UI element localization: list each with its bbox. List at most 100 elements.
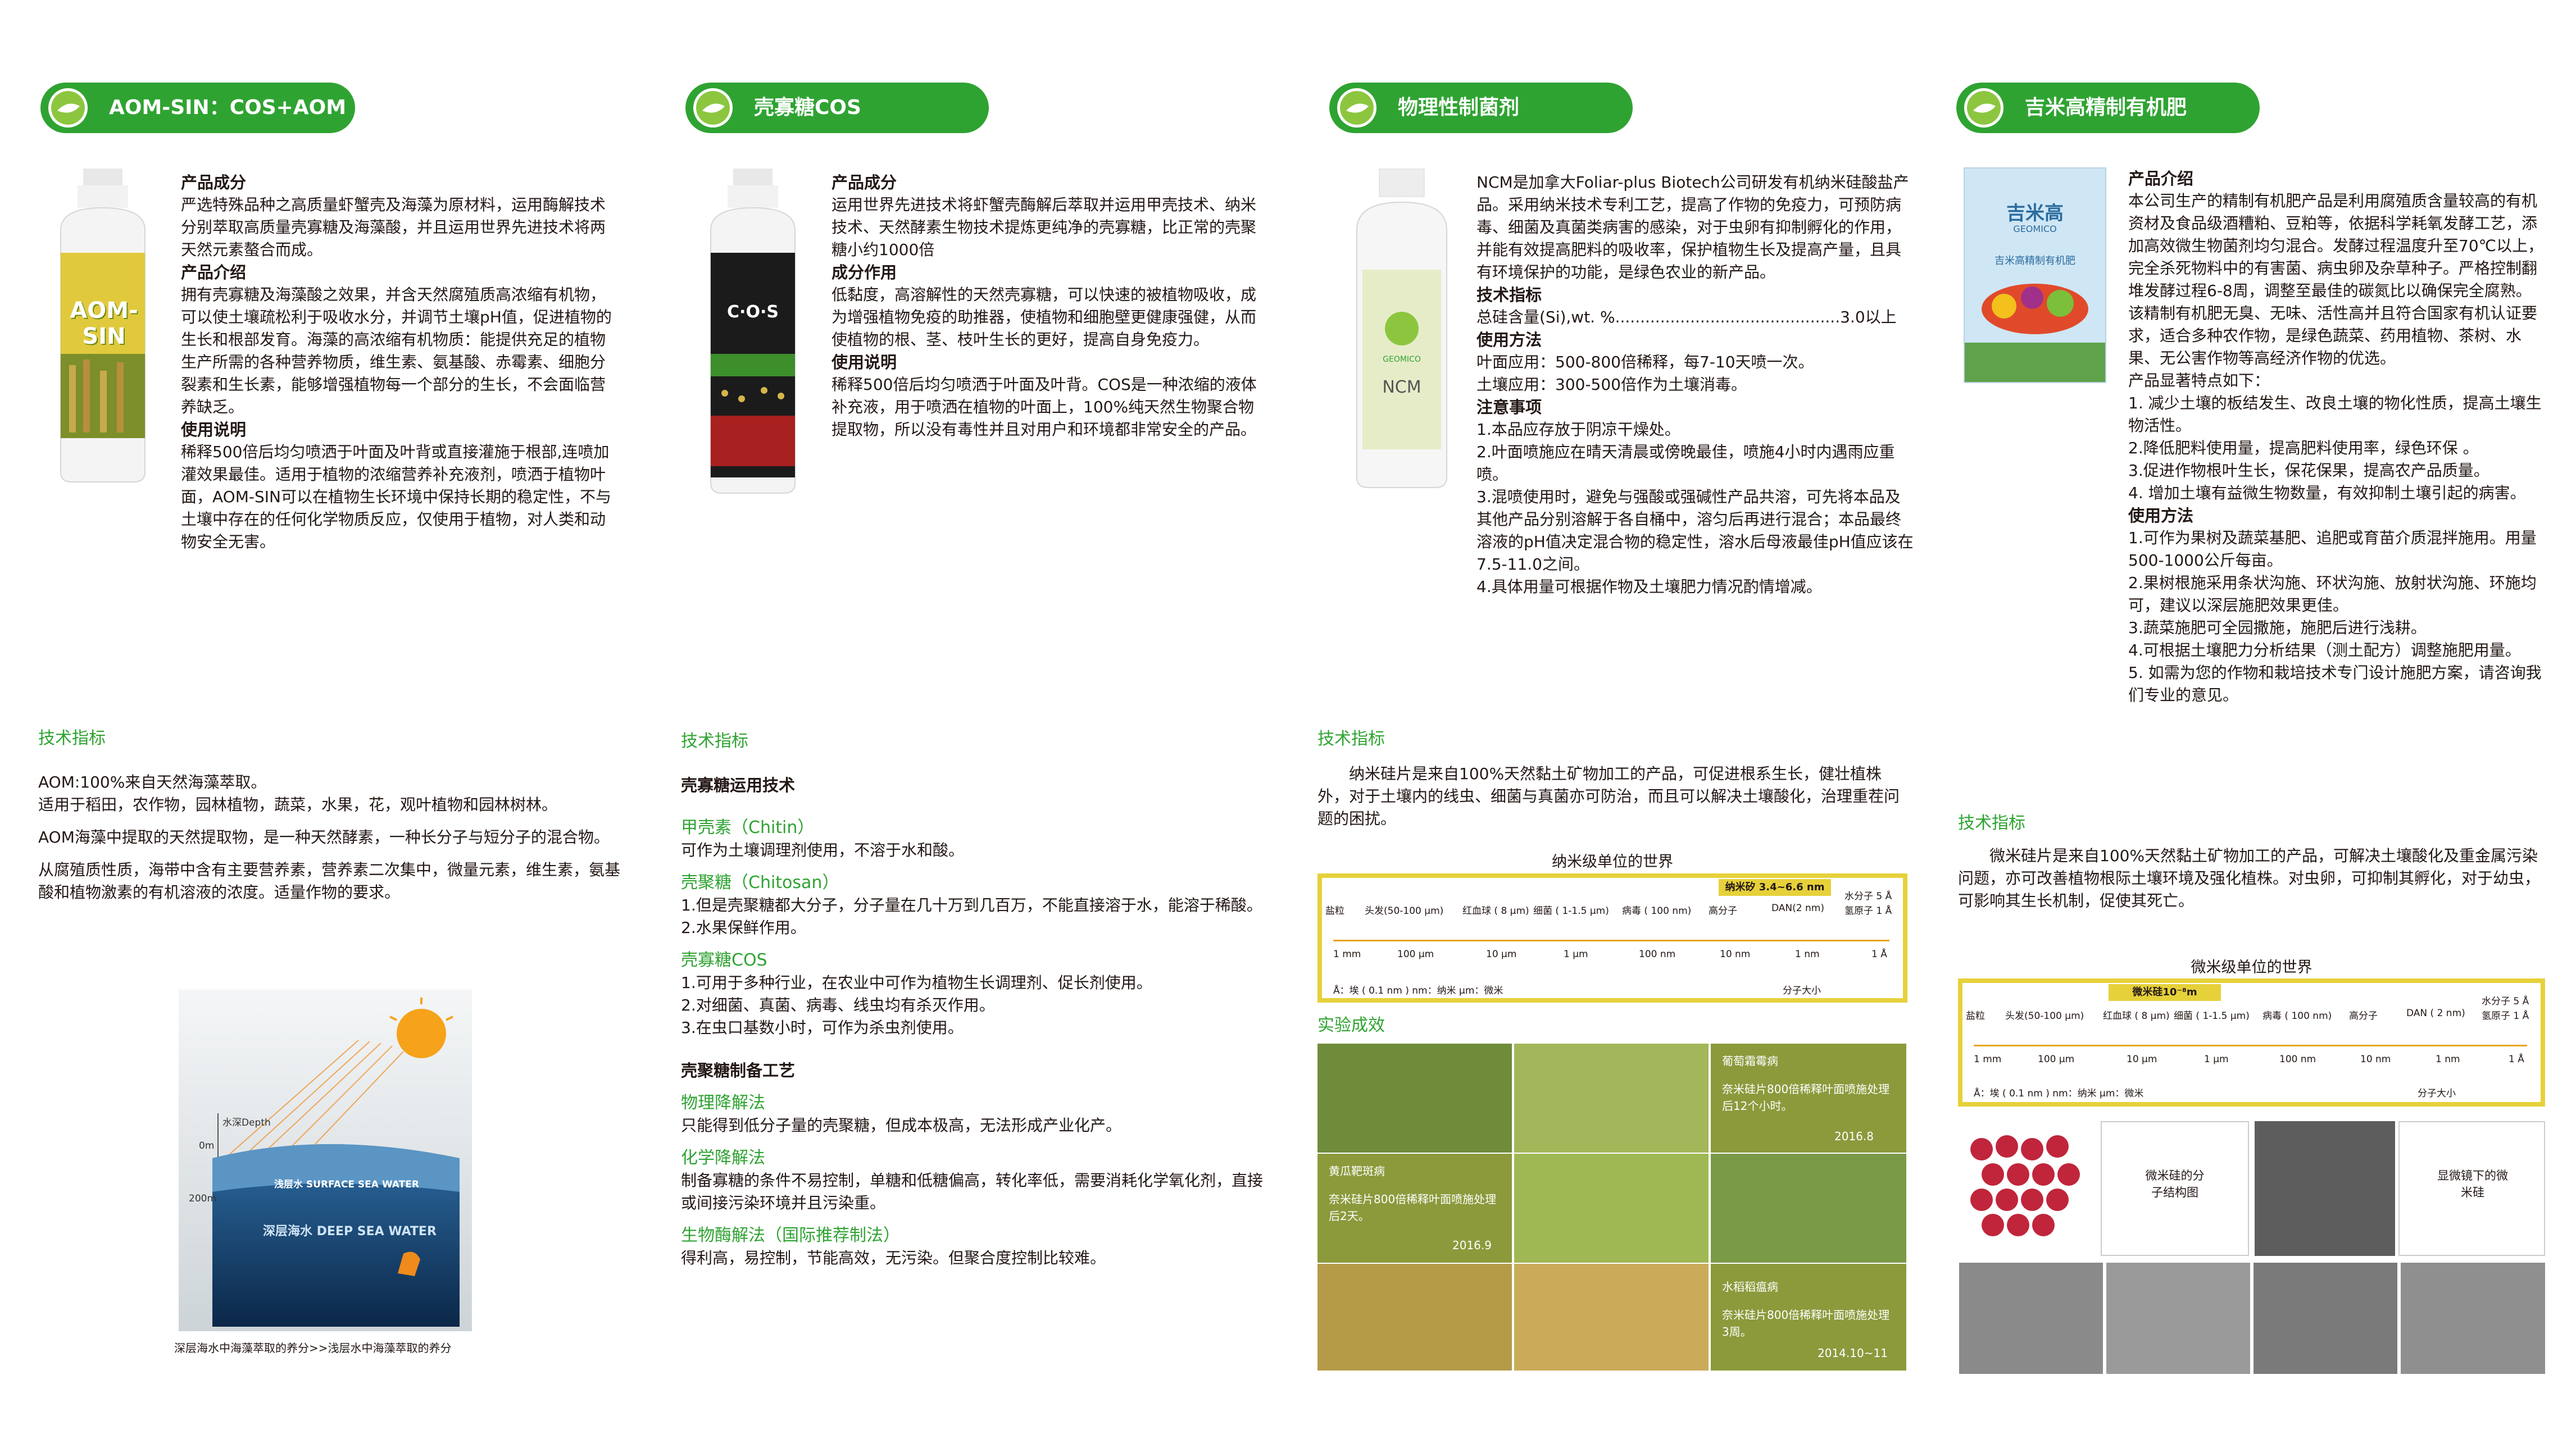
spec-text: 纳米硅片是来自100%天然黏土矿物加工的产品，可促进根系生长，健壮植株外，对于土… bbox=[1317, 764, 1900, 828]
ncm-description: NCM是加拿大Foliar-plus Biotech公司研发有机纳米硅酸盐产品。… bbox=[1476, 171, 1915, 598]
chemical-method-title: 化学降解法 bbox=[681, 1148, 765, 1168]
molecule-structure-caption: 微米硅的分子结构图 bbox=[2145, 1169, 2205, 1199]
fertilizer-bag: 吉米高 GEOMICO 吉米高精制有机肥 bbox=[1964, 167, 2106, 383]
bag-subtitle: 吉米高精制有机肥 bbox=[1995, 255, 2075, 267]
spec-line-2: 适用于稻田，农作物，园林植物，蔬菜，水果，花，观叶植物和园林树林。 bbox=[38, 795, 558, 814]
scale-item-virus: 病毒 ( 100 nm) bbox=[2262, 1010, 2332, 1022]
result-date-2: 2016.9 bbox=[1452, 1239, 1492, 1252]
scale-value: 100 nm bbox=[2279, 1054, 2316, 1065]
pill-label: 物理性制菌剂 bbox=[1398, 96, 1520, 119]
note-2: 2.叶面喷施应在晴天清晨或傍晚最佳，喷施4小时内遇雨应重喷。 bbox=[1476, 443, 1895, 484]
feature-4: 4. 增加土壤有益微生物数量，有效抑制土壤引起的病害。 bbox=[2128, 484, 2526, 502]
micro-scale-box: 微米硅10⁻⁸m 盐粒 头发(50-100 μm) 红血球 ( 8 μm) 细菌… bbox=[1958, 978, 2545, 1107]
leaf-photo bbox=[1711, 1154, 1906, 1263]
usage-soil: 土壤应用：300-500倍作为土壤消毒。 bbox=[1476, 375, 1747, 394]
scale-value: 100 nm bbox=[1639, 949, 1676, 960]
shallow-water-label: 浅层水 SURFACE SEA WATER bbox=[274, 1179, 419, 1190]
scale-value: 100 μm bbox=[2038, 1054, 2075, 1065]
tech-heading: 壳寡糖运用技术 bbox=[681, 776, 796, 795]
scale-value: 10 μm bbox=[1486, 949, 1517, 960]
bottle-label: AOM-SIN bbox=[70, 298, 138, 349]
fertilizer-description: 产品介绍 本公司生产的精制有机肥产品是利用腐殖质含量较高的有机资材及食品级酒糟粕… bbox=[2128, 167, 2545, 707]
result-text-1: 奈米硅片800倍稀释叶面喷施处理后12个小时。 bbox=[1722, 1082, 1890, 1113]
scale-item-dna: DAN ( 2 nm) bbox=[2406, 1008, 2465, 1019]
scale-item-rbc: 红血球 ( 8 μm) bbox=[2103, 1010, 2170, 1022]
depth-label: 水深Depth bbox=[222, 1117, 271, 1128]
section-pill-organic-fertilizer: 吉米高精制有机肥 bbox=[1956, 83, 2260, 133]
heading-spec: 技术指标 bbox=[1476, 285, 1542, 304]
spec-title: 技术指标 bbox=[1317, 729, 1385, 749]
sem-image bbox=[2106, 1263, 2250, 1374]
experiment-title: 实验成效 bbox=[1317, 1016, 1385, 1035]
text-composition: 严选特殊品种之高质量虾蟹壳及海藻为原材料，运用酶解技术分别萃取高质量壳寡糖及海藻… bbox=[181, 195, 606, 259]
scale-item-salt: 盐粒 bbox=[1966, 1010, 1985, 1022]
scale-item-hydrogen: 氢原子 1 Å bbox=[2482, 1010, 2529, 1022]
sem-image bbox=[1959, 1263, 2103, 1374]
micro-scale-highlight: 微米硅10⁻⁸m bbox=[2109, 984, 2221, 1001]
text-intro: 拥有壳寡糖及海藻酸之效果，并含天然腐殖质高浓缩有机物，可以使土壤疏松利于吸收水分… bbox=[181, 285, 612, 416]
process-heading: 壳聚糖制备工艺 bbox=[681, 1061, 796, 1080]
note-1: 1.本品应存放于阴凉干燥处。 bbox=[1476, 420, 1680, 439]
result-title-3: 水稻稻瘟病 bbox=[1722, 1280, 1778, 1294]
usage-3: 3.蔬菜施肥可全园撒施，施肥后进行浅耕。 bbox=[2128, 618, 2427, 637]
nano-scale-labels: 盐粒 头发(50-100 μm) 红血球 ( 8 μm) 细菌 ( 1-1.5 … bbox=[1322, 891, 1903, 921]
scale-item-hair: 头发(50-100 μm) bbox=[2005, 1010, 2084, 1022]
note-4: 4.具体用量可根据作物及土壤肥力情况酌情增减。 bbox=[1476, 577, 1822, 596]
brand-leaf-icon bbox=[48, 88, 88, 128]
feature-1: 1. 减少土壤的板结发生、改良土壤的物化性质，提高土壤生物活性。 bbox=[2128, 394, 2542, 435]
leaf-photo bbox=[1514, 1044, 1709, 1153]
text-function: 低黏度，高溶解性的天然壳寡糖，可以快速的被植物吸收，成为增强植物免疫的助推器，使… bbox=[832, 285, 1257, 349]
physical-method-text: 只能得到低分子量的壳聚糖，但成本极高，无法形成产业化产。 bbox=[681, 1116, 1122, 1135]
scale-item-rbc: 红血球 ( 8 μm) bbox=[1462, 905, 1529, 917]
result-text-2: 奈米硅片800倍稀释叶面喷施处理后2天。 bbox=[1329, 1192, 1497, 1223]
scale-value: 1 mm bbox=[1974, 1054, 2002, 1065]
spec-line-1: AOM:100%来自天然海藻萃取。 bbox=[38, 773, 267, 791]
spec-title: 技术指标 bbox=[1958, 813, 2025, 833]
scale-value: 1 μm bbox=[2204, 1054, 2229, 1065]
cos-spec-section: 技术指标 壳寡糖运用技术 甲壳素（Chitin） 可作为土壤调理剂使用，不溶于水… bbox=[681, 730, 1265, 1269]
result-date-3: 2014.10~11 bbox=[1818, 1346, 1888, 1360]
microscope-caption-box: 显微镜下的微米硅 bbox=[2398, 1121, 2545, 1256]
cos-description: 产品成分 运用世界先进技术将虾蟹壳酶解后萃取并运用甲壳技术、纳米技术、天然酵素生… bbox=[832, 171, 1264, 441]
cos-text-1: 1.可用于多种行业，在农业中可作为植物生长调理剂、促长剂使用。 bbox=[681, 973, 1152, 992]
micro-scale-values: 1 mm 100 μm 10 μm 1 μm 100 nm 10 nm 1 nm… bbox=[1962, 1054, 2541, 1071]
cos-bottle: C·O·S bbox=[702, 169, 803, 494]
microsilicon-images: 微米硅的分子结构图 显微镜下的微米硅 bbox=[1959, 1121, 2545, 1374]
sem-image bbox=[2401, 1263, 2545, 1374]
scale-value: 10 μm bbox=[2127, 1054, 2157, 1065]
pill-label: 吉米高精制有机肥 bbox=[2025, 96, 2187, 119]
heading-composition: 产品成分 bbox=[832, 173, 897, 192]
text-usage: 稀释500倍后均匀喷洒于叶面及叶背或直接灌施于根部,连喷加灌效果最佳。适用于植物… bbox=[181, 443, 611, 551]
bag-brand-en: GEOMICO bbox=[2013, 224, 2057, 234]
scale-item-water: 水分子 5 Å bbox=[2482, 996, 2529, 1007]
micro-scale-labels: 盐粒 头发(50-100 μm) 红血球 ( 8 μm) 细菌 ( 1-1.5 … bbox=[1962, 996, 2541, 1026]
scale-value: 1 nm bbox=[1795, 949, 1820, 960]
usage-4: 4.可根据土壤肥力分析结果（测土配方）调整施肥用量。 bbox=[2128, 641, 2521, 659]
scale-item-virus: 病毒 ( 100 nm) bbox=[1622, 905, 1692, 917]
heading-usage: 使用说明 bbox=[181, 420, 247, 439]
section-pill-aom-sin: AOM-SIN：COS+AOM bbox=[40, 83, 355, 133]
molecule-structure-image bbox=[1959, 1121, 2097, 1256]
cos-title: 壳寡糖COS bbox=[681, 950, 767, 970]
heading-function: 成分作用 bbox=[832, 263, 897, 282]
scale-item-salt: 盐粒 bbox=[1325, 905, 1344, 917]
enzyme-method-text: 得利高，易控制，节能高效，无污染。但聚合度控制比较难。 bbox=[681, 1249, 1106, 1267]
pill-label: 壳寡糖COS bbox=[754, 96, 861, 119]
brand-leaf-icon bbox=[1964, 88, 2003, 128]
leaf-photo bbox=[1317, 1044, 1512, 1153]
aom-sin-bottle: AOM-SIN bbox=[49, 169, 156, 483]
leaf-photo bbox=[1514, 1154, 1709, 1263]
scale-value: 1 Å bbox=[1871, 949, 1887, 960]
enzyme-method-title: 生物酶解法（国际推荐制法） bbox=[681, 1226, 900, 1245]
cos-text-3: 3.在虫口基数小时，可作为杀虫剂使用。 bbox=[681, 1018, 964, 1037]
scale-value: 10 nm bbox=[2360, 1054, 2391, 1065]
ncm-spec-section: 技术指标 纳米硅片是来自100%天然黏土矿物加工的产品，可促进根系生长，健壮植株… bbox=[1317, 728, 1907, 830]
scale-item-water: 水分子 5 Å bbox=[1844, 891, 1892, 902]
brand-leaf-icon bbox=[693, 88, 733, 128]
features-lead: 产品显著特点如下： bbox=[2128, 371, 2270, 390]
chitosan-text-2: 2.水果保鲜作用。 bbox=[681, 918, 806, 937]
section-pill-ncm: 物理性制菌剂 bbox=[1329, 83, 1633, 133]
bottle-label: C·O·S bbox=[727, 302, 779, 322]
usage-2: 2.果树根施采用条状沟施、环状沟施、放射状沟施、环施均可，建议以深层施肥效果更佳… bbox=[2128, 573, 2537, 614]
nano-scale-title: 纳米级单位的世界 bbox=[1552, 853, 1673, 871]
